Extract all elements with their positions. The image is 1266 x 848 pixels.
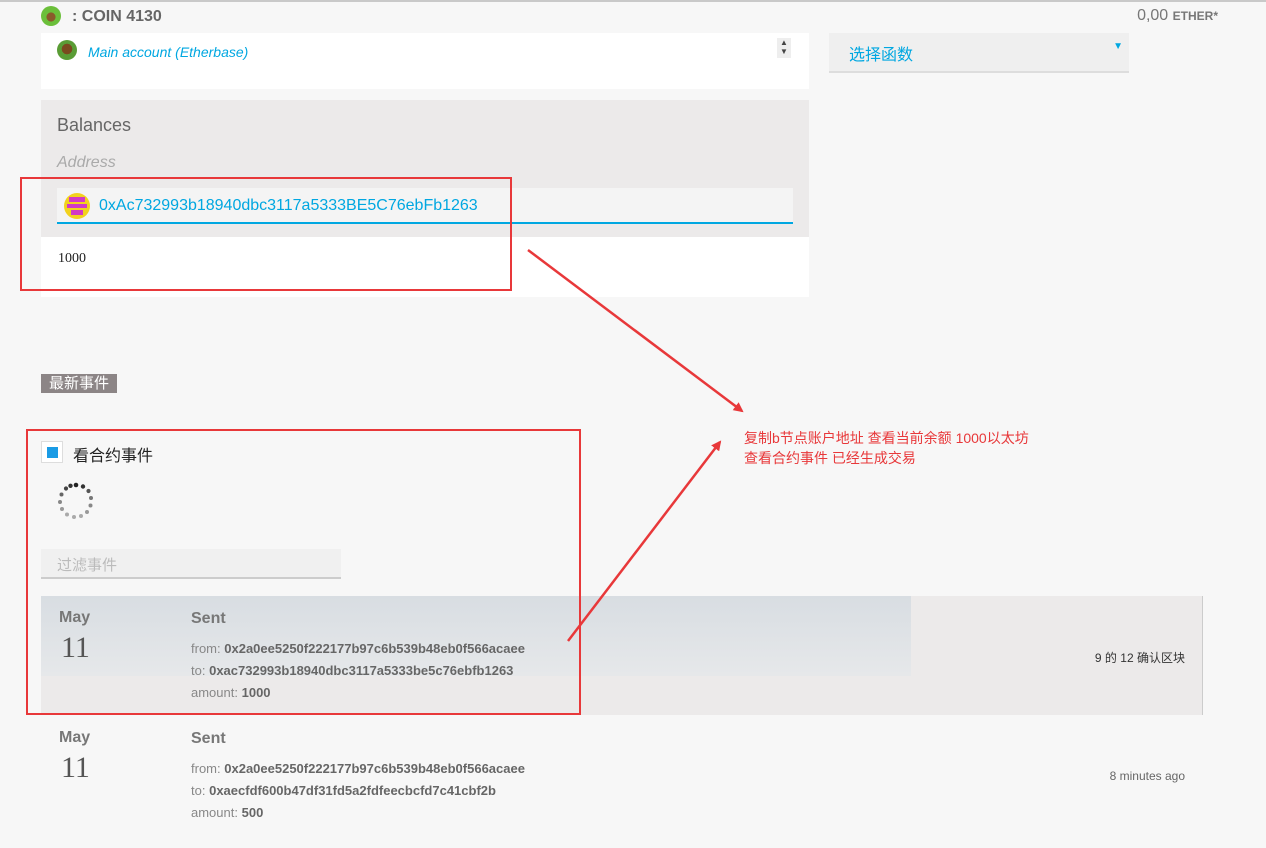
annotation-arrows — [527, 249, 744, 642]
annotation-arrow-events — [567, 440, 722, 642]
annotation-arrow-balance — [527, 249, 744, 413]
